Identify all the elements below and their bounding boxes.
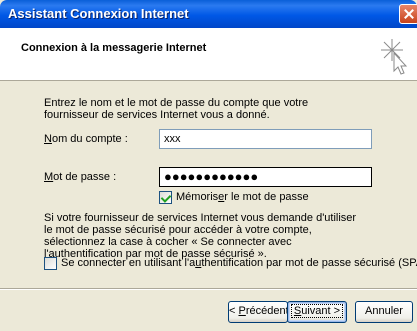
password-input[interactable]: ●●●●●●●●●●●● bbox=[159, 167, 372, 187]
spa-checkbox-label: Se connecter en utilisant l'authentifica… bbox=[61, 257, 417, 269]
remember-password-label: Mémoriser le mot de passe bbox=[176, 191, 309, 203]
account-name-label: Nom du compte : bbox=[44, 133, 128, 145]
password-label: Mot de passe : bbox=[44, 171, 117, 183]
spa-option[interactable]: Se connecter en utilisant l'authentifica… bbox=[44, 257, 417, 271]
wizard-sparkle-cursor-icon bbox=[381, 39, 408, 75]
remember-password-option[interactable]: Mémoriser le mot de passe bbox=[159, 191, 319, 205]
next-button[interactable]: Suivant > bbox=[287, 301, 347, 323]
remember-password-checkbox[interactable] bbox=[159, 191, 172, 204]
account-name-input[interactable]: xxx bbox=[159, 129, 372, 149]
wizard-header: Connexion à la messagerie Internet bbox=[0, 28, 417, 81]
close-icon[interactable] bbox=[399, 4, 417, 24]
spa-checkbox[interactable] bbox=[44, 257, 57, 270]
window-title: Assistant Connexion Internet bbox=[8, 6, 189, 21]
button-separator bbox=[0, 288, 417, 290]
cancel-button[interactable]: Annuler bbox=[355, 301, 413, 323]
back-button[interactable]: < Précédent bbox=[228, 301, 289, 323]
spa-info-text: Si votre fournisseur de services Interne… bbox=[44, 212, 357, 260]
page-title: Connexion à la messagerie Internet bbox=[21, 42, 207, 54]
title-bar: Assistant Connexion Internet bbox=[0, 0, 417, 28]
intro-text: Entrez le nom et le mot de passe du comp… bbox=[44, 97, 309, 121]
